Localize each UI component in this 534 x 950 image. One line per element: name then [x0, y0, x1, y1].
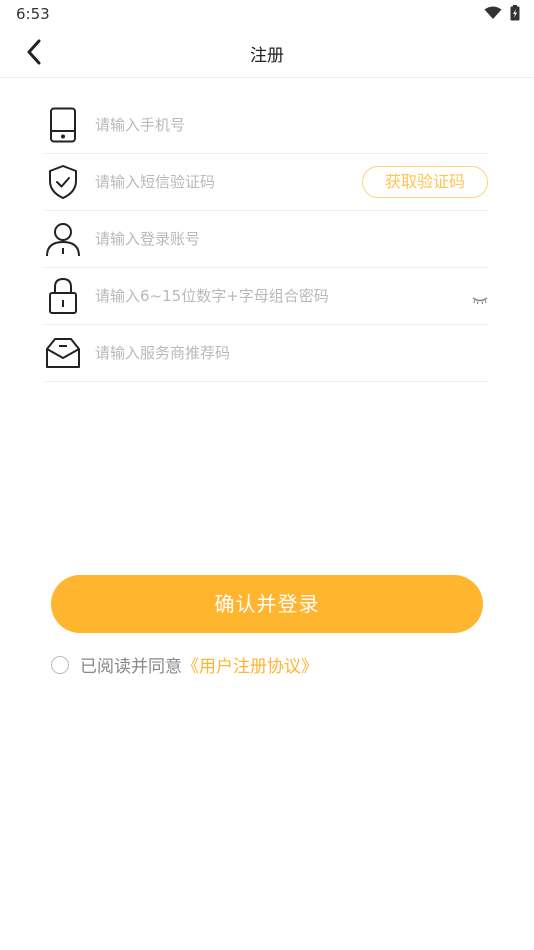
status-time: 6:53 [16, 5, 50, 23]
agreement-row: 已阅读并同意 《用户注册协议》 [51, 652, 318, 677]
sms-code-input[interactable] [95, 173, 345, 191]
page-title: 注册 [250, 46, 284, 66]
agreement-link[interactable]: 《用户注册协议》 [182, 652, 318, 677]
password-input[interactable] [95, 287, 345, 305]
password-row [44, 268, 488, 325]
status-bar: 6:53 [0, 0, 534, 28]
wifi-icon [484, 6, 502, 19]
lock-icon [44, 277, 82, 315]
account-row [44, 211, 488, 268]
get-code-button[interactable]: 获取验证码 [362, 166, 488, 198]
phone-row [44, 97, 488, 154]
envelope-icon [44, 334, 82, 372]
code-row: 获取验证码 [44, 154, 488, 211]
referral-row [44, 325, 488, 382]
agreement-text: 已阅读并同意 [80, 657, 182, 677]
status-icons [484, 5, 520, 21]
eye-closed-icon[interactable] [472, 290, 488, 309]
nav-bar: 注册 [0, 28, 534, 78]
referral-code-input[interactable] [95, 344, 345, 362]
phone-icon [44, 106, 82, 144]
agreement-checkbox[interactable] [51, 655, 69, 674]
account-input[interactable] [95, 230, 345, 248]
battery-charging-icon [510, 5, 520, 21]
user-icon [44, 220, 82, 258]
register-form: 获取验证码 [44, 97, 488, 382]
phone-input[interactable] [95, 116, 345, 134]
shield-check-icon [44, 163, 82, 201]
confirm-login-button[interactable]: 确认并登录 [51, 575, 483, 633]
